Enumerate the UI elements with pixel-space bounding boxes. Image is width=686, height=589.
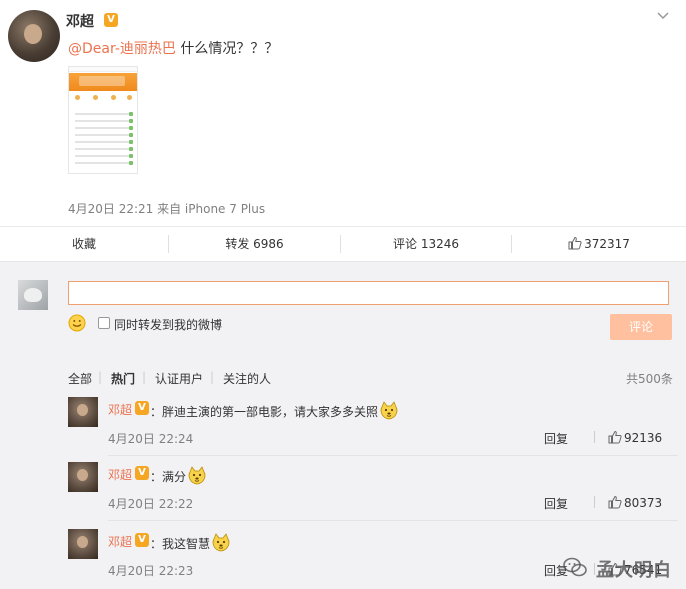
thumbs-up-icon [568, 236, 582, 250]
comment-text: ：我这智慧 [150, 533, 231, 553]
verified-badge-icon: V [135, 533, 149, 547]
commenter-avatar[interactable] [68, 462, 98, 492]
reply-button[interactable]: 回复 [544, 495, 568, 512]
verified-badge-icon: V [135, 401, 149, 415]
collect-button[interactable]: 收藏 [0, 227, 168, 261]
verified-badge-icon: V [104, 13, 118, 27]
doge-emoji-icon [212, 533, 230, 552]
author-name[interactable]: 邓超 [66, 11, 94, 31]
comment-time: 4月20日 22:23 [108, 564, 194, 578]
repost-checkbox-label: 同时转发到我的微博 [114, 318, 223, 332]
commenter-name[interactable]: 邓超 [108, 401, 132, 418]
comment-text: ：满分 [150, 466, 207, 486]
chevron-down-icon[interactable] [656, 9, 670, 23]
comment-input[interactable] [68, 281, 669, 305]
comment-like-count: 92136 [624, 431, 663, 445]
doge-emoji-icon [188, 466, 206, 485]
repost-checkbox[interactable] [98, 317, 110, 329]
comment-item: 邓超 V ：满分 4月20日 22:22 回复 80373 [0, 462, 686, 526]
verified-badge-icon: V [135, 466, 149, 480]
commenter-name[interactable]: 邓超 [108, 466, 132, 483]
commenter-avatar[interactable] [68, 529, 98, 559]
tab-all[interactable]: 全部 [68, 370, 92, 387]
tab-verified-users[interactable]: 认证用户 [155, 370, 203, 387]
submit-comment-button[interactable]: 评论 [610, 314, 672, 340]
comment-total: 共500条 [626, 372, 673, 386]
reply-button[interactable]: 回复 [544, 430, 568, 447]
tab-hot[interactable]: 热门 [111, 370, 135, 387]
comment-button[interactable]: 评论 13246 [341, 227, 511, 261]
thumbs-up-icon [608, 495, 622, 509]
comment-time: 4月20日 22:24 [108, 432, 194, 446]
post-image-thumbnail[interactable] [68, 66, 138, 174]
comment-like-count: 80373 [624, 496, 663, 510]
post-text: @Dear-迪丽热巴 什么情况？？？ [68, 38, 278, 58]
author-avatar[interactable] [8, 10, 60, 62]
mention-link[interactable]: @Dear-迪丽热巴 [68, 41, 176, 57]
post-body: 什么情况？？？ [180, 41, 279, 57]
wechat-logo-icon [563, 557, 587, 577]
comment-like-button[interactable]: 80373 [608, 495, 662, 510]
like-count: 372317 [584, 237, 630, 251]
emoji-icon[interactable] [68, 314, 86, 332]
thumbs-up-icon [608, 430, 622, 444]
commenter-name[interactable]: 邓超 [108, 533, 132, 550]
like-button[interactable]: 372317 [512, 227, 686, 261]
doge-emoji-icon [380, 401, 398, 420]
commenter-avatar[interactable] [68, 397, 98, 427]
comment-item: 邓超 V ：胖迪主演的第一部电影，请大家多多关照 4月20日 22:24 回复 … [0, 397, 686, 461]
post-actions-bar: 收藏 转发 6986 评论 13246 372317 [0, 226, 686, 262]
tab-following[interactable]: 关注的人 [223, 370, 271, 387]
repost-button[interactable]: 转发 6986 [169, 227, 340, 261]
comment-like-button[interactable]: 92136 [608, 430, 662, 445]
weibo-post: 邓超 V @Dear-迪丽热巴 什么情况？？？ 4月20日 22:21 来自 i… [0, 0, 686, 226]
comment-text: ：胖迪主演的第一部电影，请大家多多关照 [150, 401, 399, 421]
post-meta: 4月20日 22:21 来自 iPhone 7 Plus [68, 202, 266, 216]
comment-time: 4月20日 22:22 [108, 497, 194, 511]
watermark: 孟大明白 [560, 552, 686, 582]
current-user-avatar [18, 280, 48, 310]
watermark-text: 孟大明白 [596, 560, 672, 581]
